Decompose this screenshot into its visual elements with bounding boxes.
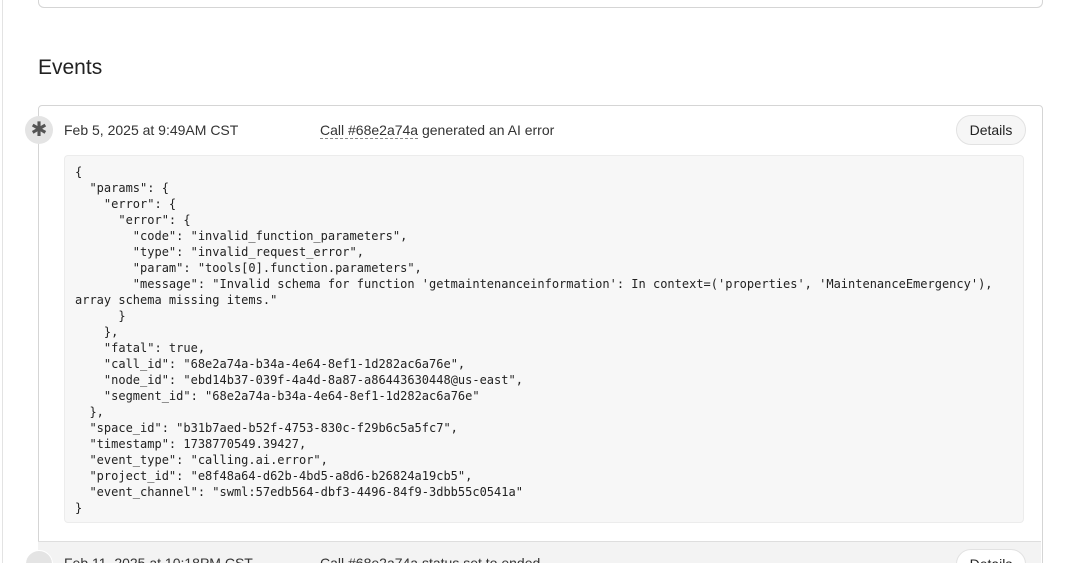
asterisk-icon: ✱ xyxy=(25,116,53,144)
previous-section-card xyxy=(38,0,1043,8)
event-marker-glyph: ✱ xyxy=(30,119,48,141)
call-link[interactable]: Call #68e2a74a xyxy=(320,122,419,139)
event-timestamp: Feb 5, 2025 at 9:49AM CST xyxy=(64,122,239,138)
page-left-border xyxy=(2,0,3,563)
events-section-title: Events xyxy=(38,56,103,79)
event-description-text: generated an AI error xyxy=(418,122,555,138)
event-description: Call #68e2a74a status set to ended xyxy=(320,555,541,563)
details-button[interactable]: Details xyxy=(956,115,1026,145)
event-payload-json: { "params": { "error": { "error": { "cod… xyxy=(64,155,1024,523)
events-page: Events ✱ Feb 5, 2025 at 9:49AM CST Call … xyxy=(0,0,1070,563)
details-button[interactable]: Details xyxy=(956,549,1026,563)
event-timestamp: Feb 11, 2025 at 10:18PM CST xyxy=(64,555,253,563)
event-description: Call #68e2a74a generated an AI error xyxy=(320,122,555,139)
